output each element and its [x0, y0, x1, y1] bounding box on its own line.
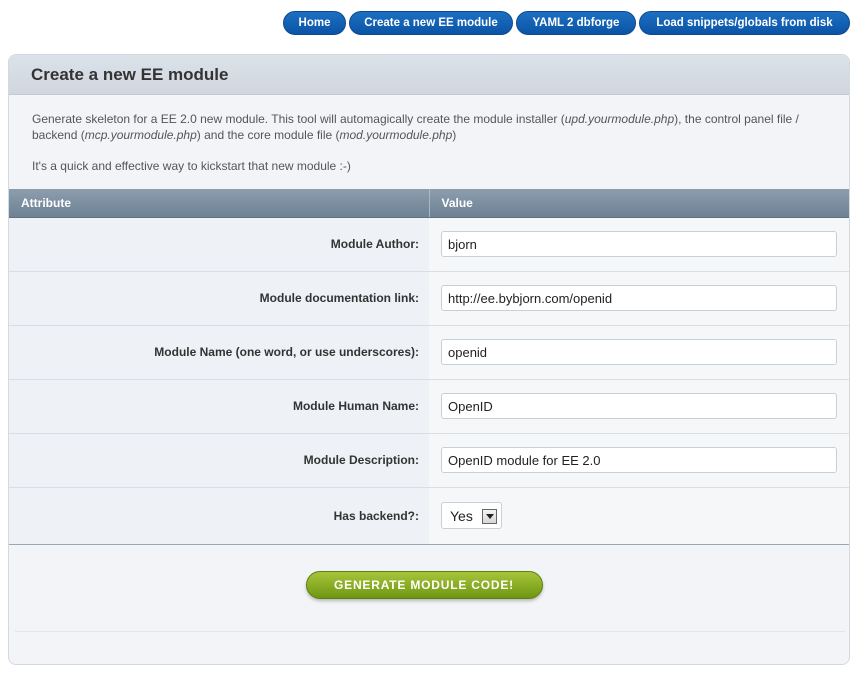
module-description-input[interactable]: OpenID module for EE 2.0 [441, 447, 837, 473]
nav-load-snippets-button[interactable]: Load snippets/globals from disk [639, 11, 850, 35]
module-doc-link-label: Module documentation link: [9, 271, 429, 326]
intro-text-a: Generate skeleton for a EE 2.0 new modul… [32, 112, 565, 126]
table-header-row: Attribute Value [9, 189, 849, 218]
filename-mod: mod.yourmodule.php [339, 128, 453, 142]
intro-paragraph-2: It's a quick and effective way to kickst… [32, 159, 351, 173]
chevron-down-icon[interactable] [482, 509, 497, 524]
intro-text-d: ) [452, 128, 457, 142]
table-row: Has backend?: Yes [9, 487, 849, 545]
panel-header: Create a new EE module [9, 55, 849, 95]
module-human-name-input[interactable]: OpenID [441, 393, 837, 419]
intro-text: Generate skeleton for a EE 2.0 new modul… [9, 95, 849, 174]
main-panel: Create a new EE module Generate skeleton… [8, 54, 850, 665]
module-doc-link-cell: http://ee.bybjorn.com/openid [429, 271, 849, 326]
module-name-input[interactable]: openid [441, 339, 837, 365]
nav-yaml-dbforge-button[interactable]: YAML 2 dbforge [516, 11, 636, 35]
has-backend-select[interactable]: Yes [441, 502, 502, 529]
top-nav: Home Create a new EE module YAML 2 dbfor… [283, 11, 850, 35]
divider [15, 631, 845, 632]
nav-create-module-button[interactable]: Create a new EE module [349, 11, 513, 35]
module-name-cell: openid [429, 325, 849, 380]
attributes-table: Attribute Value Module Author: bjorn Mod… [9, 189, 849, 545]
module-author-input[interactable]: bjorn [441, 231, 837, 257]
table-row: Module Name (one word, or use underscore… [9, 325, 849, 380]
filename-mcp: mcp.yourmodule.php [84, 128, 197, 142]
module-author-label: Module Author: [9, 217, 429, 272]
generate-module-code-button[interactable]: GENERATE MODULE CODE! [305, 571, 543, 599]
module-description-cell: OpenID module for EE 2.0 [429, 433, 849, 488]
module-human-name-label: Module Human Name: [9, 379, 429, 434]
module-human-name-cell: OpenID [429, 379, 849, 434]
module-author-cell: bjorn [429, 217, 849, 272]
has-backend-selected-value: Yes [450, 507, 473, 524]
table-row: Module documentation link: http://ee.byb… [9, 271, 849, 326]
intro-text-c: ) and the core module file ( [196, 128, 340, 142]
submit-area: GENERATE MODULE CODE! [9, 571, 849, 599]
table-row: Module Human Name: OpenID [9, 379, 849, 434]
module-doc-link-input[interactable]: http://ee.bybjorn.com/openid [441, 285, 837, 311]
module-name-label: Module Name (one word, or use underscore… [9, 325, 429, 380]
table-row: Module Author: bjorn [9, 217, 849, 272]
module-description-label: Module Description: [9, 433, 429, 488]
column-header-attribute: Attribute [9, 189, 429, 218]
has-backend-cell: Yes [429, 487, 849, 545]
column-header-value: Value [428, 189, 849, 218]
page-title: Create a new EE module [31, 64, 229, 84]
has-backend-label: Has backend?: [9, 487, 429, 545]
table-row: Module Description: OpenID module for EE… [9, 433, 849, 488]
nav-home-button[interactable]: Home [283, 11, 346, 35]
filename-upd: upd.yourmodule.php [564, 112, 675, 126]
intro-paragraph-1: Generate skeleton for a EE 2.0 new modul… [32, 111, 827, 143]
